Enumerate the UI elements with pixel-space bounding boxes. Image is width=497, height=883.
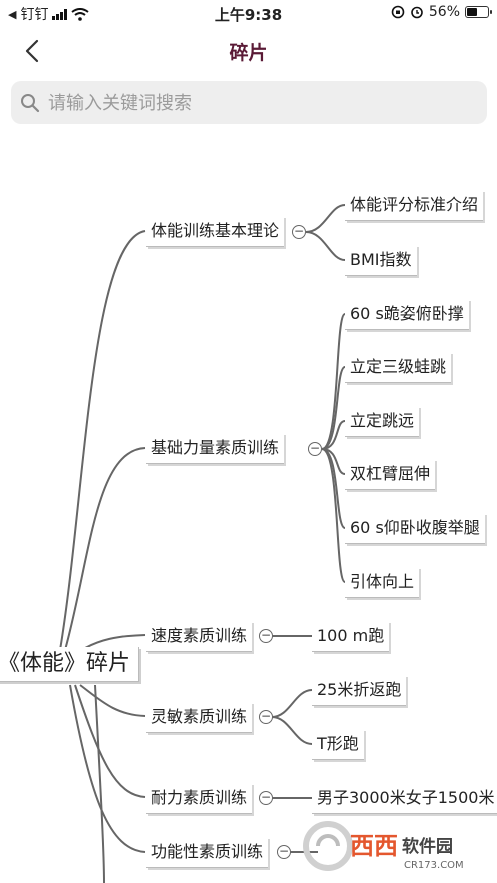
leaf-pullup[interactable]: 引体向上 (345, 567, 420, 598)
svg-text:CR173.COM: CR173.COM (404, 860, 464, 871)
collapse-toggle-icon[interactable]: − (277, 845, 291, 859)
collapse-toggle-icon[interactable]: − (259, 791, 273, 805)
collapse-toggle-icon[interactable]: − (308, 442, 322, 456)
svg-text:软件园: 软件园 (402, 836, 453, 857)
edge-root-branch4 (79, 684, 146, 717)
edge-root-branch2 (64, 447, 146, 651)
branch-functional[interactable]: 功能性素质训练 (146, 837, 269, 868)
leaf-standing-jump[interactable]: 立定跳远 (345, 406, 420, 437)
collapse-toggle-icon[interactable]: − (292, 225, 306, 239)
leaf-100m[interactable]: 100 m跑 (312, 621, 390, 652)
svg-text:西西: 西西 (350, 832, 398, 860)
collapse-toggle-icon[interactable]: − (259, 710, 273, 724)
leaf-frog-jump[interactable]: 立定三级蛙跳 (345, 352, 452, 383)
edge-root-branch5 (74, 684, 146, 798)
branch-agility[interactable]: 灵敏素质训练 (146, 702, 253, 733)
branch-strength[interactable]: 基础力量素质训练 (146, 433, 285, 464)
edge-root-branch1 (59, 230, 146, 651)
branch-endurance[interactable]: 耐力素质训练 (146, 783, 253, 814)
mindmap-root[interactable]: 《体能》碎片 (0, 647, 140, 682)
mind-map: 《体能》碎片 体能训练基本理论 − 体能评分标准介绍 BMI指数 基础力量素质训… (0, 0, 497, 883)
leaf-bmi[interactable]: BMI指数 (345, 245, 417, 276)
leaf-shuttle-run[interactable]: 25米折返跑 (312, 675, 407, 706)
leaf-pushup[interactable]: 60 s跪姿俯卧撑 (345, 299, 469, 330)
collapse-toggle-icon[interactable]: − (259, 629, 273, 643)
leaf-dips[interactable]: 双杠臂屈伸 (345, 459, 436, 490)
edge-root-bottom (94, 684, 105, 883)
branch-speed[interactable]: 速度素质训练 (146, 621, 253, 652)
leaf-fitness-scoring[interactable]: 体能评分标准介绍 (345, 190, 484, 221)
leaf-t-run[interactable]: T形跑 (312, 729, 364, 760)
branch-theory[interactable]: 体能训练基本理论 (146, 216, 285, 247)
leaf-leg-raise[interactable]: 60 s仰卧收腹举腿 (345, 513, 485, 544)
site-watermark-logo: 西西 软件园 CR173.COM (303, 816, 496, 876)
